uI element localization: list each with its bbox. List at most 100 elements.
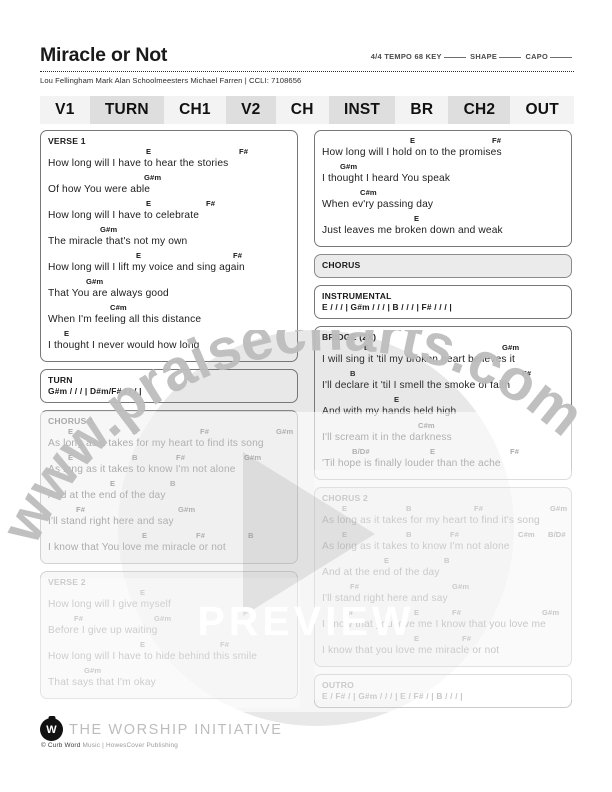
- nav-section-label: V1: [55, 101, 75, 118]
- section-label: VERSE 2: [48, 577, 86, 587]
- lyric-text: How long will I have to celebrate: [48, 210, 200, 221]
- key-label: KEY: [425, 52, 442, 61]
- lyric-line: F# G#m Before I give up waiting: [48, 614, 290, 640]
- chord-progression-line: E / F# / | G#m / / / | E / F# / | B / / …: [322, 691, 463, 701]
- chord-symbol: F#: [176, 453, 186, 462]
- chord-row: B/D# E F#: [322, 447, 564, 457]
- nav-section-ch1[interactable]: CH1: [163, 96, 226, 124]
- chord-symbol: G#m: [340, 162, 358, 171]
- chord-symbol: F#: [474, 504, 484, 513]
- chord-symbol: G#m: [178, 505, 196, 514]
- chord-row: G#m: [48, 666, 290, 676]
- chord-symbol: F#: [492, 136, 502, 145]
- lyric-line: E F# B I know that You love me miracle or n…: [48, 531, 290, 557]
- lyric-text: How long will I have to hide behind this…: [48, 651, 258, 662]
- chord-row: G#m: [48, 173, 290, 183]
- lyric-line: E B And at the end of the day: [48, 479, 290, 505]
- nav-section-label: TURN: [104, 101, 149, 118]
- chord-row: G#m: [48, 225, 290, 235]
- lyric-line: E B F# C#m B/D# As long as it takes to know I…: [322, 530, 566, 556]
- lyric-line: E B F# G#m As long as it takes for my heart …: [322, 504, 568, 530]
- chord-symbol: F#: [350, 582, 360, 591]
- chord-row: E: [48, 588, 290, 598]
- lyric-line: F# E F# G#m I know that you love me I know t…: [322, 608, 564, 634]
- lyric-text: As long as it takes to know I'm not alon…: [48, 464, 236, 475]
- chord-symbol: B/D#: [352, 447, 370, 456]
- section-navigation-bar[interactable]: V1 TURN CH1 V2 CH INST BR CH2 OUT: [40, 96, 575, 124]
- block-instrumental: INSTRUMENTAL E / / / | G#m / / / | B / / …: [314, 285, 572, 319]
- chord-symbol: G#m: [502, 343, 520, 352]
- nav-section-v1[interactable]: V1: [40, 96, 90, 124]
- lyric-text: I'll declare it 'til I smell the smoke o…: [322, 380, 511, 391]
- chord-symbol: G#m: [144, 173, 162, 182]
- nav-section-ch[interactable]: CH: [275, 96, 329, 124]
- nav-section-v2[interactable]: V2: [225, 96, 276, 124]
- chord-symbol: E: [430, 447, 436, 456]
- chord-symbol: E: [364, 343, 370, 352]
- brand-logo-row: W THE WORSHIP INITIATIVE: [40, 718, 440, 741]
- copyright-line: © Curb Word Music | HowesCover Publishin…: [41, 742, 440, 749]
- chord-row: C#m: [322, 421, 564, 431]
- chord-symbol: E: [146, 199, 152, 208]
- chord-symbol: F#: [510, 447, 520, 456]
- chord-symbol: G#m: [550, 504, 568, 513]
- lyric-text: How long will I give myself: [48, 599, 171, 610]
- chord-symbol: B: [170, 479, 176, 488]
- nav-section-out[interactable]: OUT: [510, 96, 575, 124]
- lyric-text: When ev'ry passing day: [322, 199, 434, 210]
- capo-label: CAPO: [525, 52, 548, 61]
- lyric-text: And at the end of the day: [322, 567, 440, 578]
- chord-symbol: G#m: [84, 666, 102, 675]
- chord-row: F# E F# G#m: [322, 608, 564, 618]
- chord-symbol: F#: [522, 369, 532, 378]
- lyric-text: When I'm feeling all this distance: [48, 314, 202, 325]
- lyric-line: C#m When ev'ry passing day: [322, 188, 564, 214]
- chord-symbol: E: [64, 329, 70, 338]
- lyric-line: E B And at the end of the day: [322, 556, 564, 582]
- chord-symbol: C#m: [110, 303, 127, 312]
- lyric-line: E F# I know that you love me miracle or no…: [322, 634, 564, 660]
- chord-symbol: E: [140, 588, 146, 597]
- chord-symbol: B: [132, 427, 138, 436]
- capo-blank[interactable]: [550, 57, 572, 58]
- lyric-line: E F# How long will I lift my voice and sin…: [48, 251, 290, 277]
- chord-row: E: [322, 214, 564, 224]
- nav-section-label: BR: [410, 101, 434, 118]
- chord-row: B F#: [322, 369, 564, 379]
- chord-row: C#m: [48, 303, 290, 313]
- brand-name: THE WORSHIP INITIATIVE: [69, 721, 283, 738]
- section-label: OUTRO: [322, 680, 355, 690]
- nav-section-label: CH: [290, 101, 314, 118]
- lyric-line: E B F# G#m As long as it takes to know I'm n…: [48, 453, 290, 479]
- key-blank[interactable]: [443, 57, 466, 58]
- lyric-line: E Just leaves me broken down and weak: [322, 214, 564, 240]
- lyric-text: That says that I'm okay: [48, 677, 156, 688]
- lyric-text: And with my hands held high: [322, 406, 457, 417]
- chord-row: E F#: [48, 251, 290, 261]
- nav-section-br[interactable]: BR: [395, 96, 449, 124]
- chord-chart-page: Miracle or Not 4/4 TEMPO 68 KEY SHAPE CA…: [0, 0, 612, 792]
- chord-symbol: E: [146, 147, 152, 156]
- chord-symbol: G#m: [100, 225, 118, 234]
- chord-symbol: G#m: [86, 277, 104, 286]
- authors-line: Lou Fellingham Mark Alan Schoolmeesters …: [40, 76, 302, 85]
- section-label: BRIDGE (2X): [322, 332, 377, 342]
- section-label: VERSE 1: [48, 136, 86, 146]
- nav-section-inst[interactable]: INST: [328, 96, 396, 124]
- chord-symbol: F#: [74, 614, 84, 623]
- section-label: CHORUS 2: [322, 493, 369, 503]
- lyric-text: And at the end of the day: [48, 490, 166, 501]
- copyright-publisher: Music | HowesCover Publishing: [82, 742, 178, 749]
- chord-symbol: G#m: [154, 614, 172, 623]
- lyric-text: I thought I never would how long: [48, 340, 200, 351]
- lyric-text: How long will I have to hear the stories: [48, 158, 229, 169]
- block-outro: OUTRO E / F# / | G#m / / / | E / F# / | B…: [314, 674, 572, 708]
- shape-blank[interactable]: [499, 57, 522, 58]
- section-label: CHORUS 1: [48, 416, 95, 426]
- nav-section-turn[interactable]: TURN: [89, 96, 164, 124]
- chord-symbol: B: [248, 531, 254, 540]
- chord-row: F# G#m: [322, 582, 564, 592]
- nav-section-ch2[interactable]: CH2: [448, 96, 511, 124]
- lyric-line: E G#m I will sing it 'til my broken heart …: [322, 343, 564, 369]
- chord-symbol: F#: [239, 147, 249, 156]
